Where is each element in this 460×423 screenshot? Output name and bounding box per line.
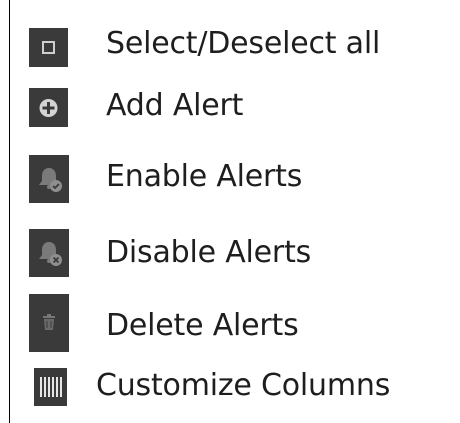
menu-item-add-alert[interactable]: Add Alert [10, 82, 460, 134]
menu-item-delete-alerts[interactable]: Delete Alerts [10, 292, 460, 354]
menu-item-label: Select/Deselect all [106, 26, 381, 61]
menu-item-customize-columns[interactable]: Customize Columns [10, 362, 460, 412]
menu-item-label: Delete Alerts [106, 308, 299, 343]
bell-x-icon [29, 229, 69, 277]
bell-check-icon [29, 155, 69, 203]
context-menu: Select/Deselect all Add Alert Enable Ale… [9, 0, 460, 423]
menu-item-select-deselect-all[interactable]: Select/Deselect all [10, 24, 460, 72]
checkbox-icon [29, 28, 68, 67]
plus-circle-icon [29, 88, 68, 127]
menu-item-label: Enable Alerts [106, 159, 303, 194]
trash-icon [29, 294, 69, 352]
menu-item-disable-alerts[interactable]: Disable Alerts [10, 221, 460, 285]
columns-icon [34, 368, 67, 406]
menu-item-label: Customize Columns [96, 368, 391, 403]
menu-item-label: Disable Alerts [106, 235, 312, 270]
menu-item-label: Add Alert [106, 88, 244, 123]
menu-item-enable-alerts[interactable]: Enable Alerts [10, 143, 460, 211]
